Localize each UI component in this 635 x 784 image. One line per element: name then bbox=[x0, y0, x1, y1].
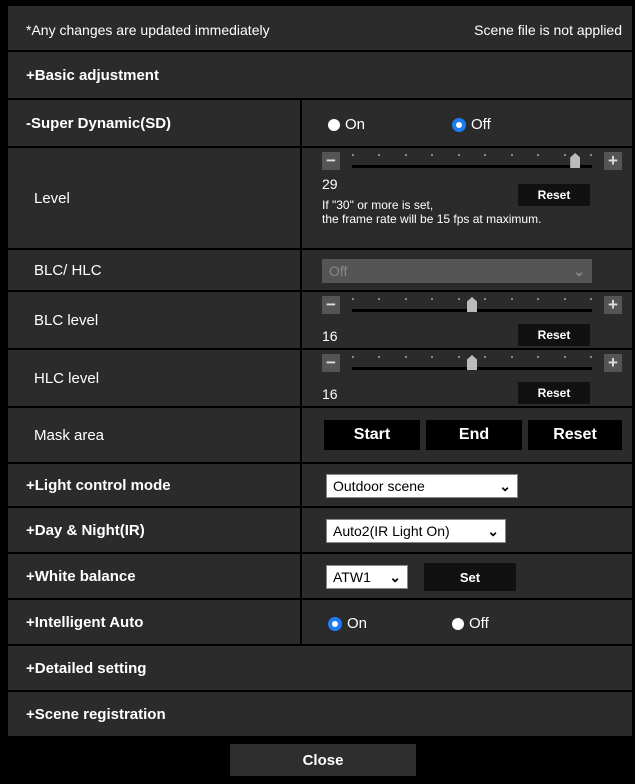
sd-off-label: Off bbox=[471, 116, 491, 133]
level-slider[interactable]: − + bbox=[322, 152, 622, 174]
blc-level-slider[interactable]: − + bbox=[322, 296, 622, 318]
intelligent-auto-label[interactable]: +Intelligent Auto bbox=[8, 600, 300, 644]
mask-area-row: Mask area Start End Reset bbox=[8, 408, 632, 464]
chevron-down-icon: ⌄ bbox=[389, 568, 401, 585]
close-button[interactable]: Close bbox=[230, 744, 416, 776]
plus-icon[interactable]: + bbox=[604, 152, 622, 170]
white-balance-set-button[interactable]: Set bbox=[424, 563, 516, 591]
basic-adjustment-link[interactable]: +Basic adjustment bbox=[8, 52, 632, 100]
blc-reset-button[interactable]: Reset bbox=[518, 324, 590, 346]
super-dynamic-row: -Super Dynamic(SD) On Off bbox=[8, 100, 632, 148]
sd-off-radio[interactable]: Off bbox=[452, 116, 491, 133]
sd-on-label: On bbox=[345, 116, 366, 133]
radio-icon bbox=[452, 617, 464, 630]
minus-icon[interactable]: − bbox=[322, 354, 340, 372]
light-control-select[interactable]: Outdoor scene ⌄ bbox=[326, 474, 518, 498]
level-value: 29 bbox=[322, 176, 338, 192]
light-control-row: +Light control mode Outdoor scene ⌄ bbox=[8, 464, 632, 508]
white-balance-row: +White balance ATW1 ⌄ Set bbox=[8, 554, 632, 600]
white-balance-label[interactable]: +White balance bbox=[8, 554, 300, 598]
light-control-label[interactable]: +Light control mode bbox=[8, 464, 300, 506]
ia-off-label: Off bbox=[469, 615, 489, 632]
mask-end-button[interactable]: End bbox=[426, 420, 522, 450]
scene-file-status: Scene file is not applied bbox=[474, 22, 622, 38]
blc-level-value: 16 bbox=[322, 328, 338, 344]
radio-selected-icon bbox=[452, 117, 466, 132]
day-night-row: +Day & Night(IR) Auto2(IR Light On) ⌄ bbox=[8, 508, 632, 554]
mask-start-button[interactable]: Start bbox=[324, 420, 420, 450]
mask-reset-button[interactable]: Reset bbox=[528, 420, 622, 450]
day-night-label[interactable]: +Day & Night(IR) bbox=[8, 508, 300, 552]
header-bar: *Any changes are updated immediately Sce… bbox=[8, 6, 632, 52]
day-night-select[interactable]: Auto2(IR Light On) ⌄ bbox=[326, 519, 506, 543]
blc-hlc-row: BLC/ HLC Off ⌄ bbox=[8, 250, 632, 292]
ia-on-label: On bbox=[347, 615, 368, 632]
update-notice: *Any changes are updated immediately bbox=[26, 22, 270, 38]
super-dynamic-label[interactable]: -Super Dynamic(SD) bbox=[8, 100, 300, 146]
intelligent-auto-row: +Intelligent Auto On Off bbox=[8, 600, 632, 646]
chevron-down-icon: ⌄ bbox=[573, 262, 585, 279]
blc-level-row: BLC level − + 16 Reset bbox=[8, 292, 632, 350]
blc-hlc-label: BLC/ HLC bbox=[34, 261, 102, 279]
plus-icon[interactable]: + bbox=[604, 354, 622, 372]
radio-icon bbox=[328, 118, 340, 131]
ia-off-radio[interactable]: Off bbox=[452, 615, 489, 632]
sd-on-radio[interactable]: On bbox=[328, 116, 365, 133]
plus-icon[interactable]: + bbox=[604, 296, 622, 314]
white-balance-select[interactable]: ATW1 ⌄ bbox=[326, 565, 408, 589]
mask-area-label: Mask area bbox=[34, 426, 105, 444]
chevron-down-icon: ⌄ bbox=[499, 477, 511, 494]
minus-icon[interactable]: − bbox=[322, 152, 340, 170]
hlc-level-slider[interactable]: − + bbox=[322, 354, 622, 376]
level-label: Level bbox=[34, 189, 70, 207]
blc-hlc-select[interactable]: Off ⌄ bbox=[322, 259, 592, 283]
scene-registration-link[interactable]: +Scene registration bbox=[8, 692, 632, 736]
image-adjust-panel: *Any changes are updated immediately Sce… bbox=[8, 6, 632, 784]
blc-level-label: BLC level bbox=[34, 311, 99, 329]
level-note: If "30" or more is set, the frame rate w… bbox=[322, 198, 542, 226]
minus-icon[interactable]: − bbox=[322, 296, 340, 314]
chevron-down-icon: ⌄ bbox=[487, 522, 499, 539]
level-row: Level − + 29 Reset If "30" or more is se… bbox=[8, 148, 632, 250]
hlc-level-label: HLC level bbox=[34, 369, 100, 387]
ia-on-radio[interactable]: On bbox=[328, 615, 367, 632]
hlc-level-value: 16 bbox=[322, 386, 338, 402]
hlc-level-row: HLC level − + 16 Reset bbox=[8, 350, 632, 408]
hlc-reset-button[interactable]: Reset bbox=[518, 382, 590, 404]
radio-selected-icon bbox=[328, 616, 342, 631]
detailed-setting-link[interactable]: +Detailed setting bbox=[8, 646, 632, 692]
